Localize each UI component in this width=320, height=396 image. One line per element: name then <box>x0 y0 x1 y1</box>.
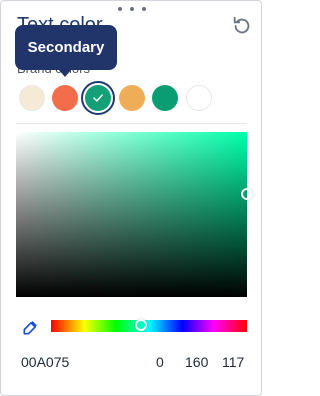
swatch-green[interactable] <box>152 85 178 111</box>
swatch-orange[interactable] <box>119 85 145 111</box>
drag-handle-icon[interactable] <box>118 4 146 14</box>
swatch-tooltip: Secondary <box>15 25 117 70</box>
swatch-secondary[interactable] <box>52 85 78 111</box>
reset-icon[interactable] <box>231 15 253 37</box>
tooltip-arrow <box>58 69 72 77</box>
swatch-primary[interactable] <box>81 81 115 115</box>
divider <box>16 123 247 124</box>
text-color-panel: Text color Brand colors Secondary 00A075… <box>0 0 262 396</box>
hex-value[interactable]: 00A075 <box>21 354 69 370</box>
swatch-beige[interactable] <box>19 85 45 111</box>
red-value[interactable]: 0 <box>156 354 164 370</box>
hue-slider[interactable] <box>51 319 247 332</box>
swatch-white[interactable] <box>186 85 212 111</box>
saturation-handle[interactable] <box>241 188 253 200</box>
hue-handle[interactable] <box>135 319 148 331</box>
blue-value[interactable]: 117 <box>222 354 244 370</box>
check-icon <box>93 94 103 102</box>
green-value[interactable]: 160 <box>185 354 208 370</box>
saturation-brightness-area[interactable] <box>16 132 253 297</box>
drag-dot <box>142 7 146 11</box>
drag-dot <box>118 7 122 11</box>
eyedropper-icon[interactable] <box>21 317 41 337</box>
drag-dot <box>130 7 134 11</box>
